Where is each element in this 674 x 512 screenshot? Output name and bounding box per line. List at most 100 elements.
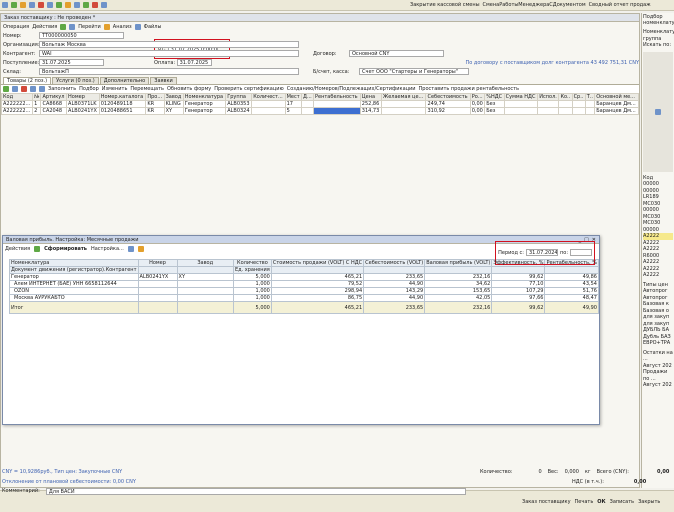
col-header[interactable]: Номер.каталога (98, 93, 147, 101)
arrival-field[interactable]: 31.07.2025 (39, 59, 105, 66)
cell[interactable]: 310,92 (425, 107, 471, 115)
report-cell[interactable]: 48,47 (544, 294, 599, 302)
cell-profitability-selected[interactable] (313, 107, 361, 115)
cell[interactable]: 0,00 (469, 100, 486, 108)
report-cell[interactable]: Генератор (9, 273, 139, 281)
col-header[interactable]: Завод (163, 93, 184, 101)
col-header[interactable]: Ро... (469, 93, 486, 101)
cell[interactable] (301, 107, 315, 115)
report-cell[interactable]: Москва АУРУКАБТО (9, 294, 139, 302)
cell[interactable]: 249,74 (425, 100, 471, 108)
report-row[interactable]: OZON 1,000 298,94 143,29 153,65 107,29 5… (9, 287, 599, 295)
number-field[interactable]: ТТ000000050 (39, 32, 124, 39)
tab-additional[interactable]: Дополнительно (99, 77, 150, 84)
cell[interactable]: А222222... (0, 107, 34, 115)
col-header[interactable]: Мест (284, 93, 303, 101)
cell[interactable]: KR (145, 107, 165, 115)
report-cell[interactable]: 232,16 (424, 301, 493, 314)
toolbar-link-sales-report[interactable]: Сводный отчет продаж (589, 2, 651, 8)
tab-requests[interactable]: Заявки (150, 77, 177, 84)
toolbar-link-manager-shift[interactable]: СменаРаботыМенеджераСДокументом (483, 2, 586, 8)
add-row-icon[interactable] (3, 86, 9, 92)
col-header[interactable]: Ср.. (571, 93, 586, 101)
org-field[interactable]: Вольтаж Москва (39, 41, 299, 48)
col-header[interactable]: Желаемая це... (380, 93, 427, 101)
cell[interactable]: Баранцев Дм... (594, 107, 639, 115)
cell[interactable]: Генератор (182, 107, 227, 115)
print-button[interactable]: Печать (575, 499, 594, 505)
contract-debt-note[interactable]: По договору с поставщиком долг контраген… (212, 60, 640, 66)
generate-button[interactable]: Сформировать (44, 246, 87, 252)
report-cell[interactable]: 465,21 (270, 273, 365, 281)
tab-goods[interactable]: Товары (2 поз.) (3, 77, 52, 84)
col-header[interactable]: Рентабельность (313, 93, 361, 101)
report-cell-highlighted-number[interactable]: ALB0241YX (137, 273, 178, 281)
report-cell[interactable]: XY (176, 273, 234, 281)
col-header[interactable]: Артикул (40, 93, 68, 101)
fill-button[interactable]: Заполнить (48, 86, 76, 92)
report-cell[interactable]: 232,16 (424, 273, 493, 281)
calculator-icon[interactable] (83, 2, 89, 8)
table-row[interactable]: А222222... 1 СА8668 ALB0371LK 0120489118… (0, 100, 639, 108)
filter-icon[interactable] (127, 245, 134, 252)
comment-field[interactable]: Для ВАСИ (45, 488, 466, 495)
col-header[interactable]: Д... (301, 93, 315, 101)
report-cell[interactable]: 465,21 (270, 301, 365, 314)
create-cert-button[interactable]: Созданию/Номеров/Подлежащих/Сертификации (287, 86, 416, 92)
col-header[interactable]: Код (0, 93, 34, 101)
cell[interactable]: Генератор (182, 100, 227, 108)
report-cell[interactable]: 107,29 (491, 287, 546, 295)
report-cell[interactable]: 233,65 (363, 273, 426, 281)
copy-row-icon[interactable] (12, 86, 18, 92)
cell[interactable] (537, 100, 560, 108)
col-header[interactable]: № (32, 93, 42, 101)
price-type-item[interactable]: ДУБЛЬ БА (643, 327, 673, 334)
cell[interactable]: 1 (32, 100, 42, 108)
col-header[interactable]: %НДС (484, 93, 505, 101)
col-header[interactable]: Сумма НДС (503, 93, 539, 101)
report-row[interactable]: Москва АУРУКАБТО 1,000 86,75 44,90 42,05… (9, 294, 599, 302)
list-item[interactable]: Искать по: (643, 42, 673, 49)
cell[interactable]: KLING (163, 100, 184, 108)
report-cell[interactable]: 153,65 (424, 287, 493, 295)
report-cell[interactable]: 43,54 (544, 280, 599, 288)
search-icon[interactable] (47, 2, 53, 8)
cell[interactable]: Без (484, 107, 505, 115)
cell[interactable]: 0120489118 (98, 100, 147, 108)
col-header[interactable]: Испол. (537, 93, 560, 101)
report-cell[interactable] (137, 287, 178, 295)
edit-button[interactable]: Изменить (102, 86, 128, 92)
report-cell[interactable]: 1,000 (232, 287, 272, 295)
cell[interactable]: 252,86 (359, 100, 382, 108)
cell[interactable]: XY (163, 107, 184, 115)
cell[interactable] (380, 107, 427, 115)
report-cell[interactable]: 86,75 (270, 294, 365, 302)
cell[interactable]: ALB0324 (225, 107, 253, 115)
col-header[interactable]: Т.. (584, 93, 596, 101)
cell[interactable] (584, 100, 596, 108)
order-print-button[interactable]: Заказ поставщику (522, 499, 571, 505)
contract-field[interactable]: Основной CNY (349, 50, 444, 57)
report-cell[interactable] (176, 294, 234, 302)
report-cell[interactable]: 97,66 (491, 294, 546, 302)
cell[interactable] (503, 107, 539, 115)
cell[interactable]: 2 (32, 107, 42, 115)
cell[interactable]: СА8668 (40, 100, 68, 108)
delete-row-icon[interactable] (21, 86, 27, 92)
cell[interactable] (537, 107, 560, 115)
dialog-actions-menu[interactable]: Действия (5, 246, 30, 252)
cell[interactable] (584, 107, 596, 115)
sales-period[interactable]: Август 202 (643, 382, 673, 389)
menu-files[interactable]: Файлы (144, 24, 162, 30)
col-header[interactable]: Ко.. (558, 93, 573, 101)
report-cell[interactable]: 51,76 (544, 287, 599, 295)
price-type-item[interactable]: ЕВРО+ТРА (643, 340, 673, 347)
report-cell[interactable]: 1,000 (232, 294, 272, 302)
run-report-icon[interactable] (34, 245, 41, 252)
report-cell[interactable]: 298,94 (270, 287, 365, 295)
cell[interactable]: KR (145, 100, 165, 108)
col-header[interactable]: Основной ме... (594, 93, 639, 101)
cell[interactable] (380, 100, 427, 108)
col-header[interactable]: Цена (359, 93, 382, 101)
cell[interactable] (313, 100, 361, 108)
